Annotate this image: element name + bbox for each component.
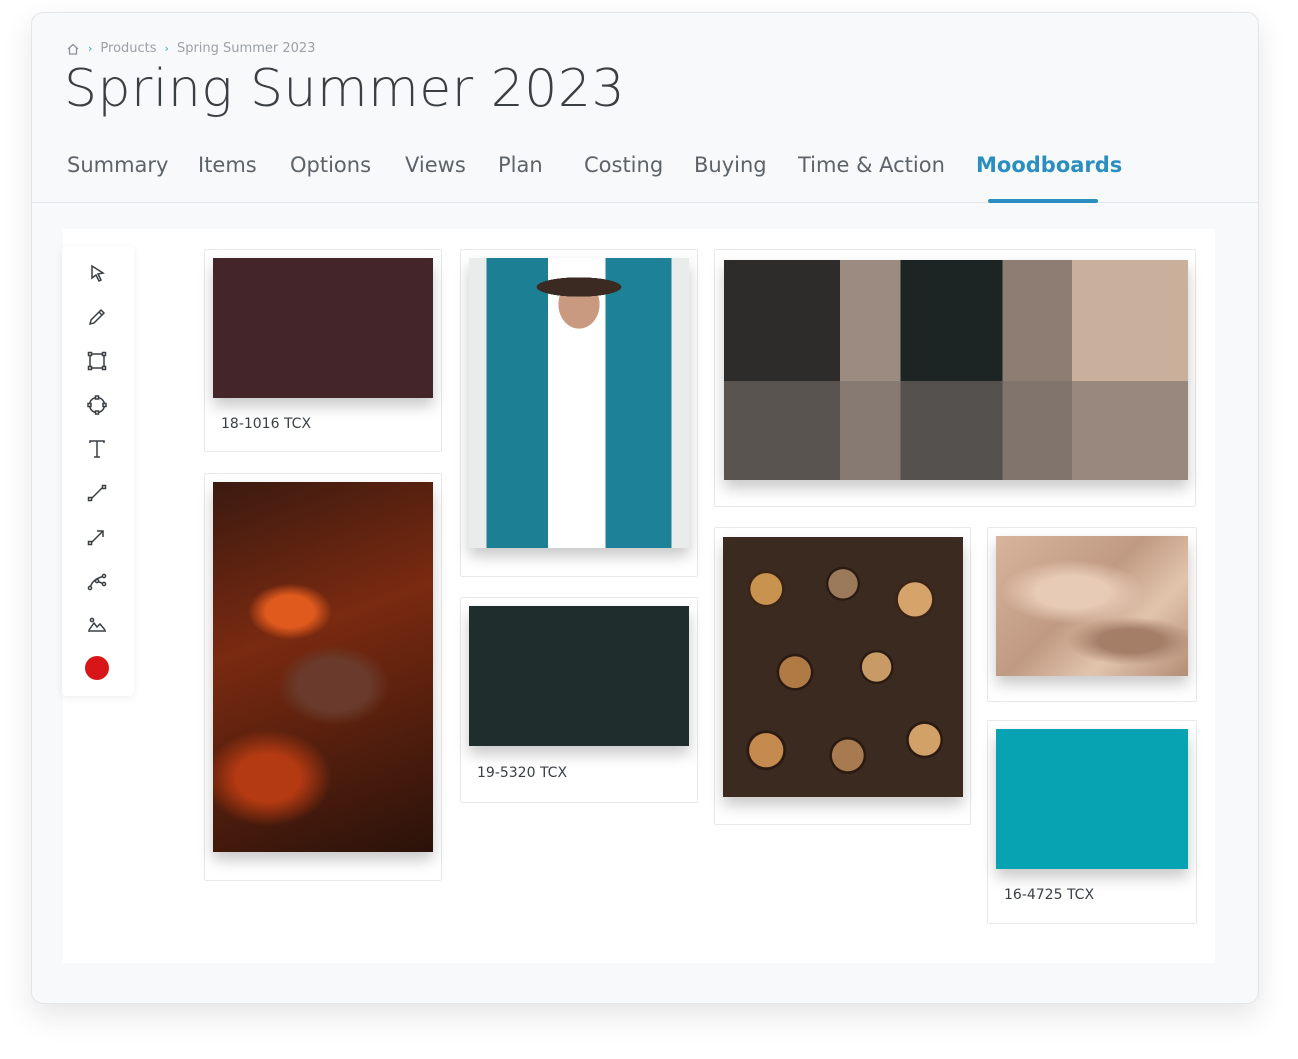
color-swatch bbox=[996, 729, 1188, 869]
swatch-code-label: 18-1016 TCX bbox=[221, 416, 312, 432]
swatch-code-label: 16-4725 TCX bbox=[1004, 887, 1095, 903]
color-picker[interactable] bbox=[85, 656, 109, 680]
color-swatch bbox=[213, 258, 433, 398]
swatch-card[interactable]: 19-5320 TCX bbox=[460, 597, 698, 803]
image-card[interactable] bbox=[714, 527, 971, 825]
image-card[interactable] bbox=[460, 249, 698, 577]
rectangle-icon[interactable] bbox=[84, 348, 110, 374]
image-card[interactable] bbox=[714, 249, 1196, 507]
active-tab-indicator bbox=[988, 199, 1098, 203]
arrow-icon[interactable] bbox=[84, 524, 110, 550]
woman-black-dress-image bbox=[724, 260, 1188, 480]
swatch-card[interactable]: 16-4725 TCX bbox=[987, 720, 1197, 924]
tab-time-action[interactable]: Time & Action bbox=[798, 153, 945, 177]
image-card[interactable] bbox=[987, 527, 1197, 702]
tab-plan[interactable]: Plan bbox=[498, 153, 543, 177]
bezier-curve-icon[interactable] bbox=[84, 568, 110, 594]
chevron-right-icon: › bbox=[164, 42, 169, 55]
tab-options[interactable]: Options bbox=[290, 153, 371, 177]
drawing-toolbar bbox=[62, 246, 134, 696]
breadcrumb-item-products[interactable]: Products bbox=[100, 41, 156, 56]
text-icon[interactable] bbox=[84, 436, 110, 462]
page-title: Spring Summer 2023 bbox=[64, 59, 626, 119]
swatch-code-label: 19-5320 TCX bbox=[477, 765, 568, 781]
denim-jacket-model-image bbox=[469, 258, 689, 548]
circle-icon[interactable] bbox=[84, 392, 110, 418]
color-swatch bbox=[469, 606, 689, 746]
tab-items[interactable]: Items bbox=[198, 153, 257, 177]
tab-costing[interactable]: Costing bbox=[584, 153, 663, 177]
tab-bar: Summary Items Options Views Plan Costing… bbox=[32, 153, 1258, 203]
autumn-leaves-image bbox=[213, 482, 433, 852]
stacked-logs-image bbox=[723, 537, 963, 797]
image-icon[interactable] bbox=[84, 612, 110, 638]
line-icon[interactable] bbox=[84, 480, 110, 506]
tab-views[interactable]: Views bbox=[405, 153, 466, 177]
chevron-right-icon: › bbox=[88, 42, 93, 55]
breadcrumb: › Products › Spring Summer 2023 bbox=[66, 41, 315, 56]
burlap-fabric-image bbox=[996, 536, 1188, 676]
pencil-icon[interactable] bbox=[84, 304, 110, 330]
swatch-card[interactable]: 18-1016 TCX bbox=[204, 249, 442, 452]
image-card[interactable] bbox=[204, 473, 442, 881]
tab-summary[interactable]: Summary bbox=[67, 153, 168, 177]
breadcrumb-item-current: Spring Summer 2023 bbox=[176, 41, 316, 56]
tab-moodboards[interactable]: Moodboards bbox=[976, 153, 1122, 177]
select-arrow-icon[interactable] bbox=[84, 260, 110, 286]
home-icon[interactable] bbox=[66, 42, 80, 56]
tab-buying[interactable]: Buying bbox=[694, 153, 767, 177]
